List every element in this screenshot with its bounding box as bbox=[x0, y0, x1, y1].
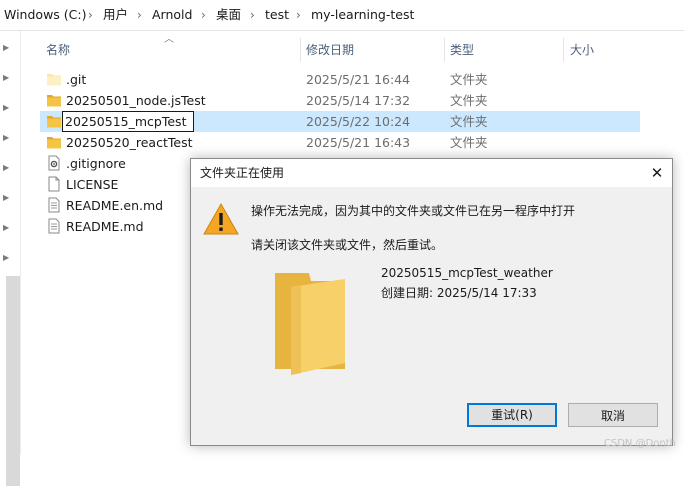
locked-item-created: 创建日期: 2025/5/14 17:33 bbox=[381, 286, 537, 300]
blank-file-icon bbox=[48, 176, 60, 192]
file-date: 2025/5/21 16:44 bbox=[306, 72, 411, 87]
file-type: 文件夹 bbox=[450, 93, 488, 108]
folder-light-icon bbox=[47, 74, 61, 86]
sort-ascending-icon: ︿ bbox=[164, 34, 174, 45]
file-name: README.en.md bbox=[66, 198, 164, 213]
file-date: 2025/5/22 10:24 bbox=[306, 114, 411, 129]
expand-arrow-icon[interactable]: ▶ bbox=[3, 163, 9, 172]
cancel-button[interactable]: 取消 bbox=[568, 403, 658, 427]
breadcrumb-separator-icon: › bbox=[296, 8, 301, 22]
file-type: 文件夹 bbox=[450, 72, 488, 87]
folder-icon bbox=[47, 137, 61, 149]
dialog-message: 操作无法完成，因为其中的文件夹或文件已在另一程序中打开 bbox=[251, 204, 576, 218]
breadcrumb-item-drive[interactable]: Windows (C:) bbox=[4, 0, 86, 30]
column-header-type[interactable]: 类型 bbox=[450, 38, 474, 62]
retry-button[interactable]: 重试(R) bbox=[467, 403, 557, 427]
file-name: .gitignore bbox=[66, 156, 126, 171]
expand-arrow-icon[interactable]: ▶ bbox=[3, 253, 9, 262]
folder-icon bbox=[275, 273, 345, 375]
file-name: README.md bbox=[66, 219, 144, 234]
file-row[interactable]: README.en.md bbox=[40, 195, 190, 216]
breadcrumb-item-current[interactable]: my-learning-test bbox=[311, 0, 414, 30]
file-row[interactable]: .gitignore bbox=[40, 153, 190, 174]
column-divider[interactable] bbox=[300, 38, 301, 62]
watermark: CSDN @Donth bbox=[603, 438, 676, 449]
file-name: 20250520_reactTest bbox=[66, 135, 193, 150]
dialog-title-bar[interactable]: 文件夹正在使用 ✕ bbox=[191, 159, 672, 187]
breadcrumb-item-user[interactable]: Arnold bbox=[152, 0, 192, 30]
dialog-title: 文件夹正在使用 bbox=[200, 166, 285, 180]
breadcrumb-item-users[interactable]: 用户 bbox=[103, 0, 128, 30]
navigation-pane[interactable]: ▶ ▶ ▶ ▶ ▶ ▶ ▶ ▶ bbox=[0, 31, 21, 486]
file-row-selected[interactable]: 20250515_mcpTest 2025/5/22 10:24 文件夹 bbox=[40, 111, 640, 132]
column-header-name[interactable]: 名称 bbox=[46, 38, 70, 62]
breadcrumb-item-test[interactable]: test bbox=[265, 0, 289, 30]
file-date: 2025/5/21 16:43 bbox=[306, 135, 411, 150]
column-divider[interactable] bbox=[563, 38, 564, 62]
dialog-instruction: 请关闭该文件夹或文件，然后重试。 bbox=[251, 238, 444, 252]
file-row[interactable]: 20250501_node.jsTest 2025/5/14 17:32 文件夹 bbox=[40, 90, 640, 111]
expand-arrow-icon[interactable]: ▶ bbox=[3, 43, 9, 52]
file-row[interactable]: README.md bbox=[40, 216, 190, 237]
rename-input[interactable]: 20250515_mcpTest bbox=[62, 111, 194, 132]
file-type: 文件夹 bbox=[450, 135, 488, 150]
file-name: LICENSE bbox=[66, 177, 119, 192]
column-header-date[interactable]: 修改日期 bbox=[306, 38, 354, 62]
address-bar[interactable]: Windows (C:) › 用户 › Arnold › 桌面 › test ›… bbox=[0, 0, 684, 31]
folder-in-use-dialog: 文件夹正在使用 ✕ 操作无法完成，因为其中的文件夹或文件已在另一程序中打开 请关… bbox=[190, 158, 673, 446]
column-header-size[interactable]: 大小 bbox=[570, 38, 594, 62]
expand-arrow-icon[interactable]: ▶ bbox=[3, 223, 9, 232]
breadcrumb-separator-icon: › bbox=[201, 8, 206, 22]
text-file-icon bbox=[48, 218, 60, 234]
warning-icon bbox=[203, 202, 239, 235]
close-icon[interactable]: ✕ bbox=[642, 159, 672, 187]
breadcrumb-separator-icon: › bbox=[250, 8, 255, 22]
file-name: .git bbox=[66, 72, 87, 87]
file-row[interactable]: .git 2025/5/21 16:44 文件夹 bbox=[40, 69, 640, 90]
folder-icon bbox=[47, 116, 61, 128]
file-name: 20250501_node.jsTest bbox=[66, 93, 206, 108]
file-date: 2025/5/14 17:32 bbox=[306, 93, 411, 108]
text-file-icon bbox=[48, 197, 60, 213]
expand-arrow-icon[interactable]: ▶ bbox=[3, 73, 9, 82]
breadcrumb-separator-icon: › bbox=[137, 8, 142, 22]
expand-arrow-icon[interactable]: ▶ bbox=[3, 193, 9, 202]
file-row[interactable]: 20250520_reactTest 2025/5/21 16:43 文件夹 bbox=[40, 132, 640, 153]
column-divider[interactable] bbox=[444, 38, 445, 62]
locked-item-name: 20250515_mcpTest_weather bbox=[381, 266, 553, 280]
breadcrumb-item-desktop[interactable]: 桌面 bbox=[216, 0, 241, 30]
expand-arrow-icon[interactable]: ▶ bbox=[3, 133, 9, 142]
gear-file-icon bbox=[48, 155, 60, 171]
file-type: 文件夹 bbox=[450, 114, 488, 129]
file-row[interactable]: LICENSE bbox=[40, 174, 190, 195]
expand-arrow-icon[interactable]: ▶ bbox=[3, 103, 9, 112]
breadcrumb-separator-icon: › bbox=[88, 8, 93, 22]
folder-icon bbox=[47, 95, 61, 107]
